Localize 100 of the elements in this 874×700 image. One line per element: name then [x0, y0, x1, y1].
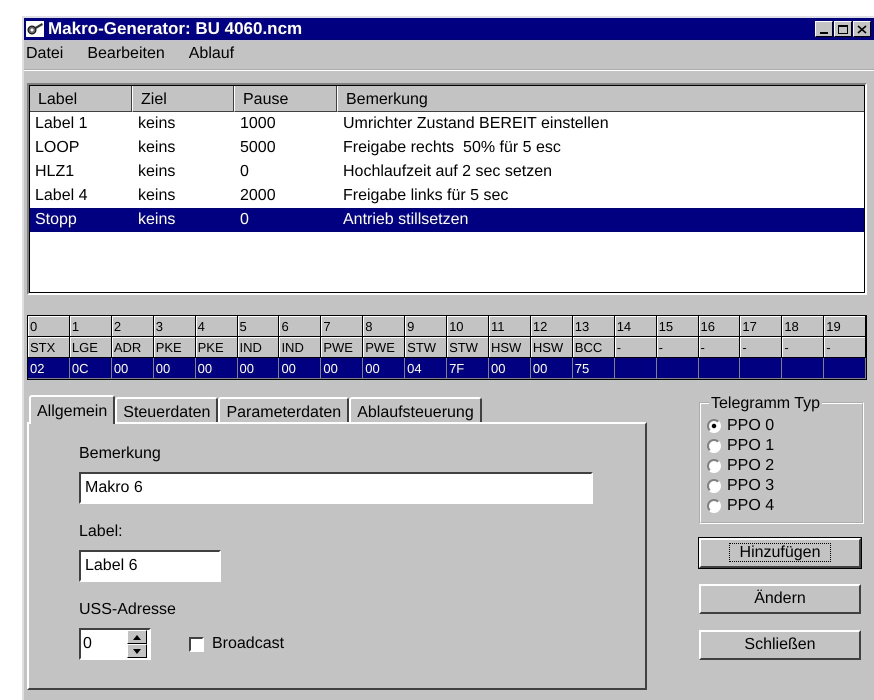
column-header[interactable]: Pause [234, 85, 337, 112]
column-header[interactable]: Label [29, 85, 132, 112]
name-cell: HSW [530, 337, 573, 358]
name-cell: IND [238, 337, 280, 358]
name-cell: BCC [572, 337, 615, 358]
radio-button[interactable] [707, 479, 721, 493]
value-cell: 00 [238, 358, 280, 379]
radio-button[interactable] [707, 419, 721, 433]
index-cell: 18 [782, 316, 824, 337]
list-row[interactable]: LOOP keins 5000 Freigabe rechts 50% für 5 esc [29, 136, 865, 160]
index-cell: 2 [112, 316, 154, 337]
name-cell: - [782, 337, 824, 358]
radio-button[interactable] [707, 459, 721, 473]
list-row[interactable]: Label 4 keins 2000 Freigabe links für 5 sec [29, 184, 865, 208]
name-cell: PWE [321, 337, 364, 358]
value-cell: 00 [530, 358, 573, 379]
index-cell: 3 [154, 316, 196, 337]
tab[interactable]: Steuerdaten [115, 397, 218, 422]
minimize-icon [820, 32, 828, 34]
value-cell [740, 358, 782, 379]
value-cell [824, 358, 866, 379]
name-cell: LGE [70, 337, 112, 358]
field-label: Bemerkung [79, 444, 162, 464]
menu-item[interactable]: Datei [26, 42, 64, 66]
value-cell: 00 [279, 358, 322, 379]
spin-up-button[interactable] [127, 630, 147, 644]
checkbox[interactable] [189, 636, 204, 652]
value-cell [614, 358, 657, 379]
checkbox-label[interactable]: Broadcast [212, 632, 284, 656]
tab[interactable]: Ablaufsteuerung [349, 397, 482, 422]
field-label: USS-Adresse [79, 600, 177, 620]
address-spinbox[interactable]: 0 [79, 628, 151, 660]
list-row[interactable]: HLZ1 keins 0 Hochlaufzeit auf 2 sec setzen [29, 160, 865, 184]
name-cell: - [740, 337, 782, 358]
minimize-button[interactable] [815, 21, 833, 37]
value-cell: 7F [447, 358, 489, 379]
close-button[interactable] [853, 21, 871, 37]
index-cell: 15 [656, 316, 698, 337]
index-cell: 19 [824, 316, 866, 337]
value-cell: 0C [70, 358, 112, 379]
menu-item[interactable]: Bearbeiten [87, 42, 165, 66]
name-cell: STX [28, 337, 70, 358]
push-button[interactable]: Ändern [699, 584, 861, 614]
index-cell: 8 [363, 316, 406, 337]
remark-field[interactable]: Makro 6 [79, 472, 593, 504]
name-cell: PWE [363, 337, 406, 358]
name-cell: - [824, 337, 866, 358]
macro-list[interactable] [27, 83, 867, 295]
value-cell [698, 358, 740, 379]
radio-button[interactable] [707, 439, 721, 453]
menu-item[interactable]: Ablauf [188, 42, 234, 66]
value-cell: 00 [196, 358, 238, 379]
index-cell: 17 [740, 316, 782, 337]
index-cell: 10 [447, 316, 489, 337]
push-button[interactable]: Hinzufügen [699, 538, 861, 568]
push-button[interactable]: Schließen [699, 630, 861, 660]
index-cell: 9 [405, 316, 448, 337]
close-icon [857, 24, 867, 34]
index-cell: 14 [614, 316, 657, 337]
value-cell: 00 [363, 358, 406, 379]
index-cell: 0 [28, 316, 70, 337]
name-cell: - [656, 337, 698, 358]
label-field[interactable]: Label 6 [79, 550, 221, 582]
radio-button[interactable] [707, 499, 721, 513]
column-header[interactable]: Bemerkung [337, 85, 865, 112]
name-cell: PKE [154, 337, 196, 358]
field-label: Label: [79, 522, 124, 542]
index-cell: 4 [196, 316, 238, 337]
name-cell: - [614, 337, 657, 358]
value-cell: 00 [321, 358, 364, 379]
index-cell: 5 [238, 316, 280, 337]
value-cell: 02 [28, 358, 70, 379]
value-cell: 04 [405, 358, 448, 379]
column-header[interactable]: Ziel [132, 85, 234, 112]
spin-down-button[interactable] [127, 644, 147, 658]
name-cell: HSW [488, 337, 531, 358]
value-cell [656, 358, 698, 379]
name-cell: IND [279, 337, 322, 358]
name-cell: ADR [112, 337, 154, 358]
maximize-button[interactable] [834, 21, 852, 37]
value-cell: 00 [488, 358, 531, 379]
tab[interactable]: Allgemein [29, 395, 116, 424]
index-cell: 16 [698, 316, 740, 337]
name-cell: STW [447, 337, 489, 358]
list-row[interactable]: Stopp keins 0 Antrieb stillsetzen [29, 208, 865, 232]
value-cell: 00 [112, 358, 154, 379]
index-cell: 13 [572, 316, 615, 337]
app-icon [26, 21, 44, 37]
list-row[interactable]: Label 1 keins 1000 Umrichter Zustand BEREIT einstellen [29, 112, 865, 136]
name-cell: PKE [196, 337, 238, 358]
index-cell: 6 [279, 316, 322, 337]
value-cell: 75 [572, 358, 615, 379]
maximize-icon [838, 24, 848, 34]
name-cell: - [698, 337, 740, 358]
tab[interactable]: Parameterdaten [218, 397, 350, 422]
down-arrow-icon [133, 648, 141, 654]
window-title: Makro-Generator: BU 4060.ncm [48, 18, 304, 40]
up-arrow-icon [133, 634, 141, 640]
index-cell: 12 [530, 316, 573, 337]
value-cell [782, 358, 824, 379]
